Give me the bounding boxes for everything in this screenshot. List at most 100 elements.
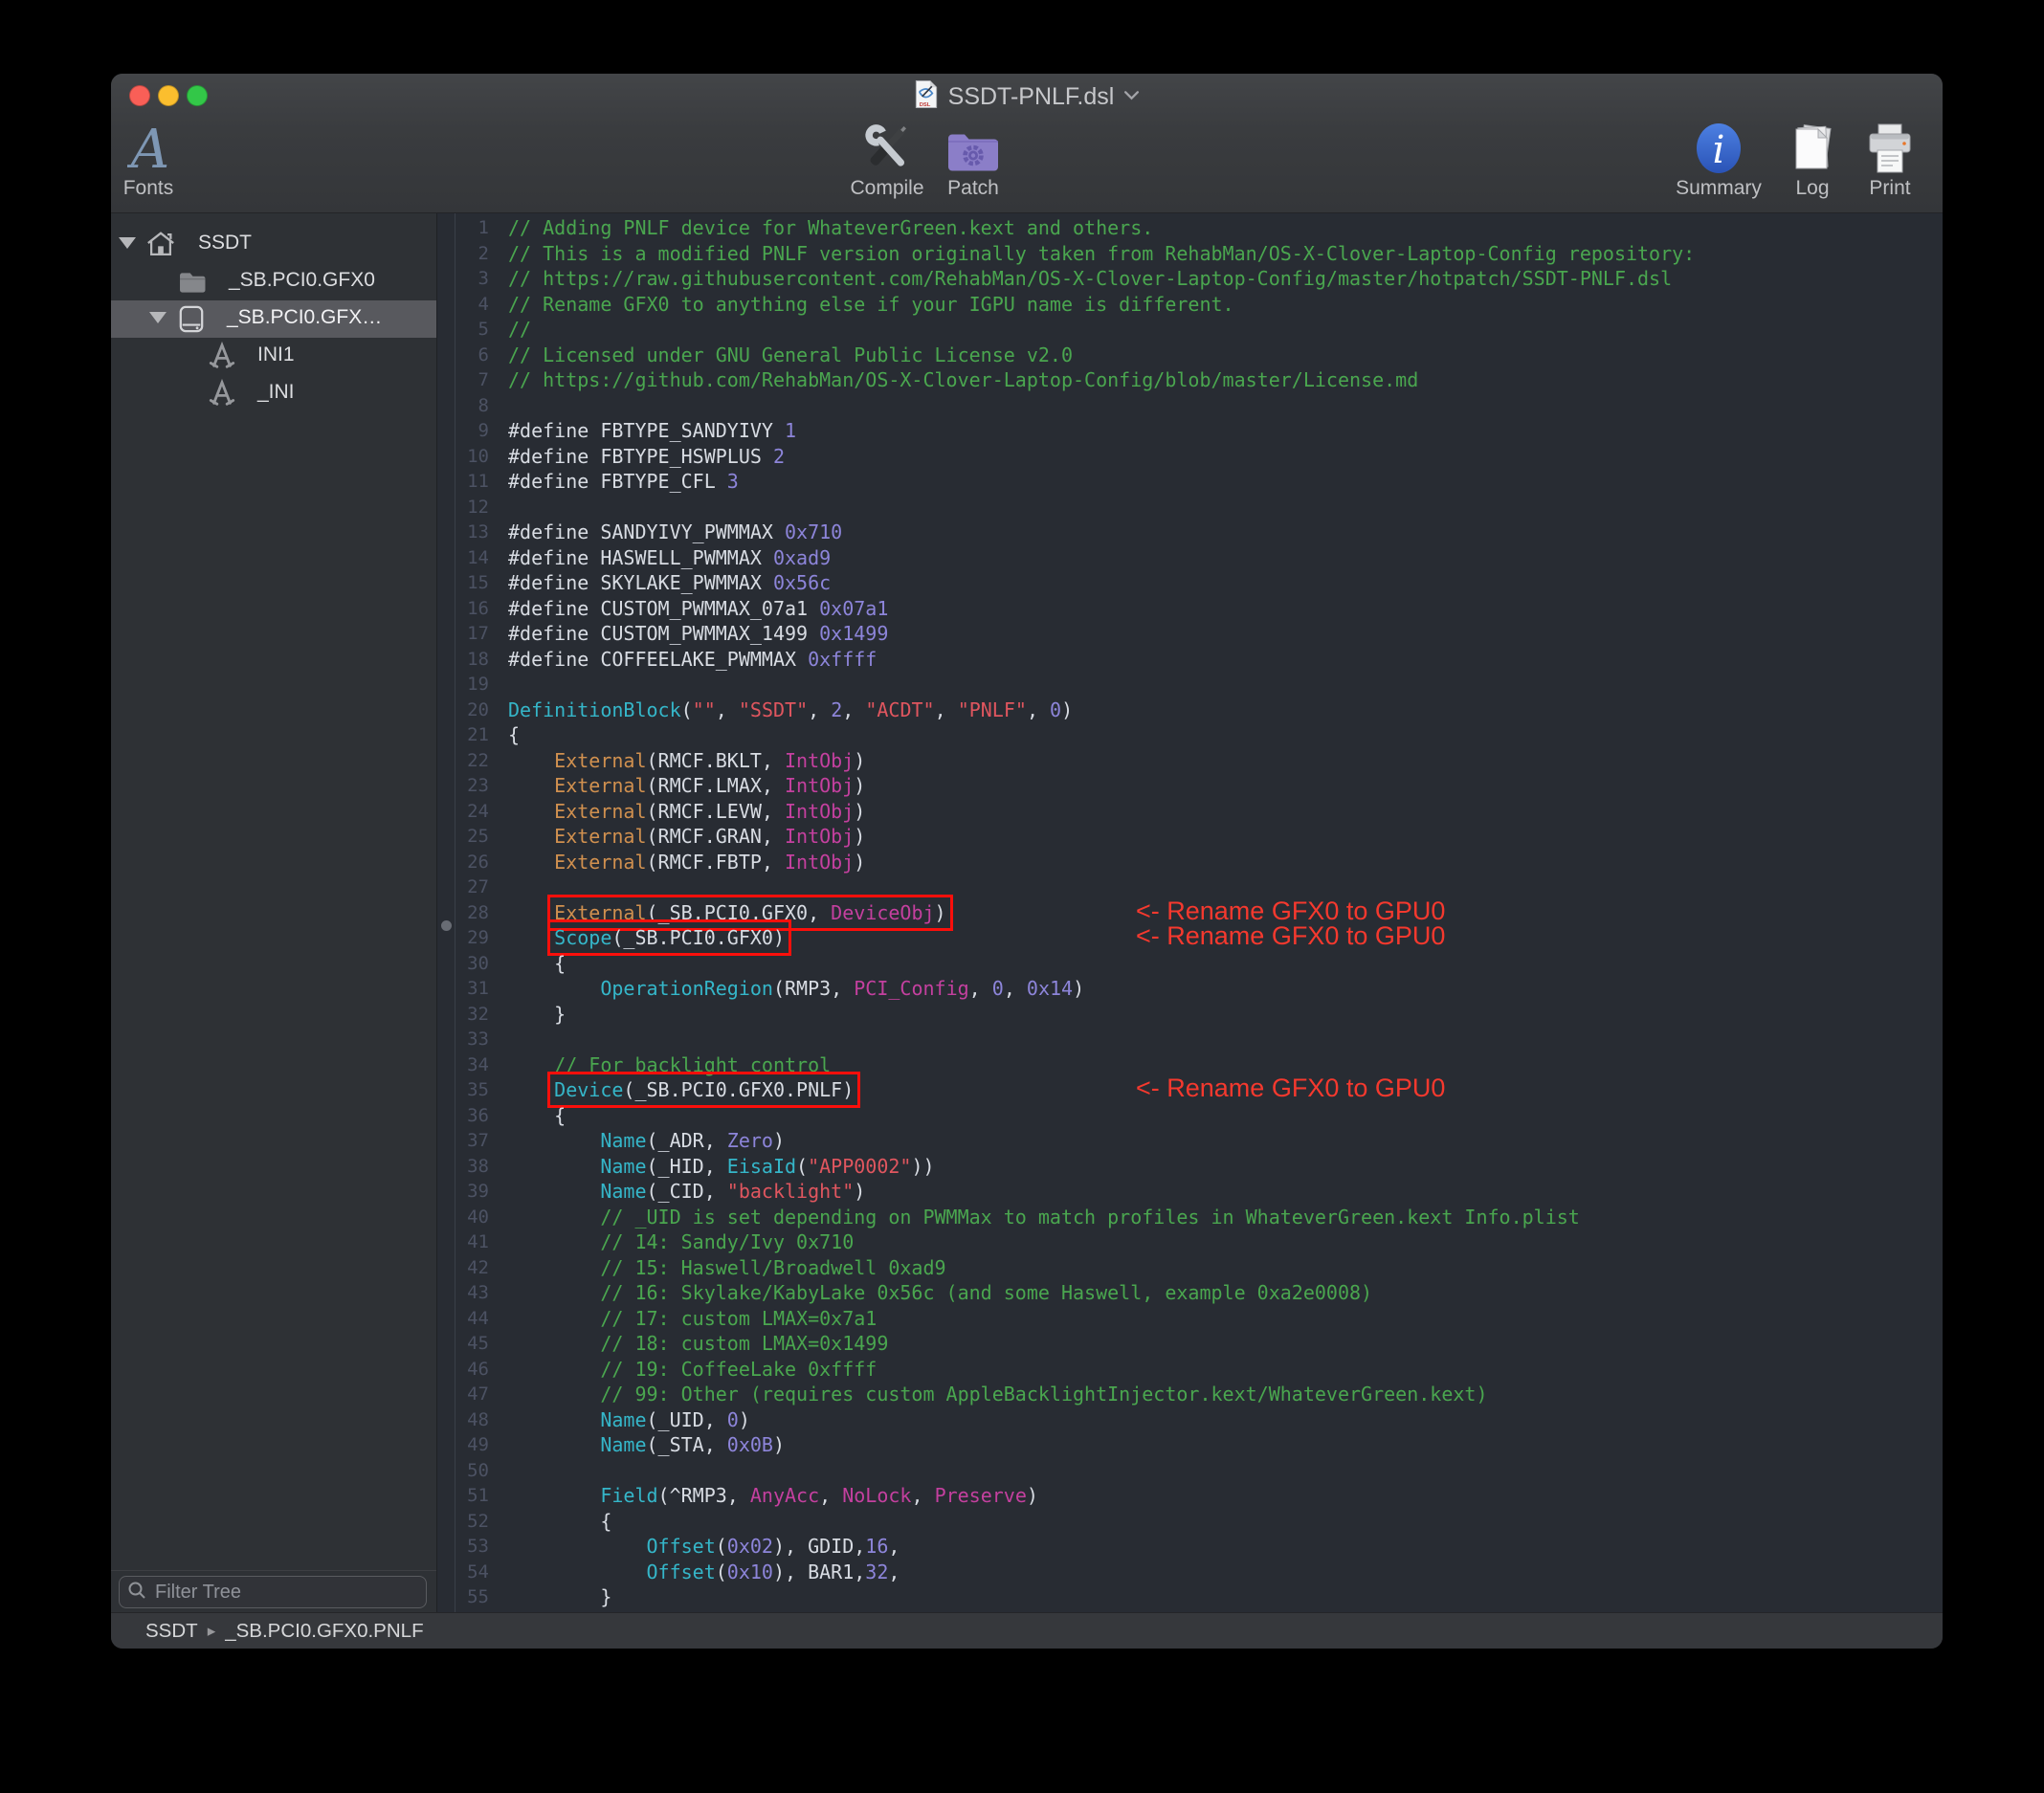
code-line-11[interactable]: 11#define FBTYPE_CFL 3 [437,469,1943,495]
code-line-25[interactable]: 25 External(RMCF.GRAN, IntObj) [437,824,1943,850]
code-line-23[interactable]: 23 External(RMCF.LMAX, IntObj) [437,773,1943,799]
code-line-24[interactable]: 24 External(RMCF.LEVW, IntObj) [437,799,1943,825]
code-line-41[interactable]: 41 // 14: Sandy/Ivy 0x710 [437,1229,1943,1255]
code-line-26[interactable]: 26 External(RMCF.FBTP, IntObj) [437,850,1943,875]
code-line-30[interactable]: 30 { [437,951,1943,977]
code-line-22[interactable]: 22 External(RMCF.BKLT, IntObj) [437,748,1943,774]
code-line-36[interactable]: 36 { [437,1103,1943,1129]
code-line-7[interactable]: 7// https://github.com/RehabMan/OS-X-Clo… [437,367,1943,393]
code-text: { [508,951,566,977]
code-line-8[interactable]: 8 [437,393,1943,419]
code-line-17[interactable]: 17#define CUSTOM_PWMMAX_1499 0x1499 [437,621,1943,647]
code-line-2[interactable]: 2// This is a modified PNLF version orig… [437,241,1943,267]
code-line-46[interactable]: 46 // 19: CoffeeLake 0xffff [437,1357,1943,1383]
chevron-down-icon[interactable] [1123,88,1140,105]
code-text: // 17: custom LMAX=0x7a1 [508,1306,877,1332]
code-line-4[interactable]: 4// Rename GFX0 to anything else if your… [437,292,1943,318]
code-text: Name(_HID, EisaId("APP0002")) [508,1154,935,1180]
filter-row [111,1570,436,1613]
code-text: // [508,317,531,343]
code-line-12[interactable]: 12 [437,495,1943,520]
patch-button[interactable]: Patch [911,120,1035,200]
device-icon [178,304,205,339]
code-line-13[interactable]: 13#define SANDYIVY_PWMMAX 0x710 [437,520,1943,545]
code-line-19[interactable]: 19 [437,672,1943,697]
code-line-43[interactable]: 43 // 16: Skylake/KabyLake 0x56c (and so… [437,1280,1943,1306]
code-line-40[interactable]: 40 // _UID is set depending on PWMMax to… [437,1205,1943,1230]
breadcrumb-path: _SB.PCI0.GFX0.PNLF [225,1620,423,1643]
filter-tree-field[interactable] [119,1576,427,1608]
code-line-6[interactable]: 6// Licensed under GNU General Public Li… [437,343,1943,368]
line-number: 42 [437,1255,489,1281]
home-icon [145,230,176,263]
navigator-sidebar: SSDT _SB.PCI0.GFX0 [111,213,436,1570]
code-text: #define HASWELL_PWMMAX 0xad9 [508,545,831,571]
sidebar-item-ini[interactable]: _INI [111,375,436,412]
code-line-21[interactable]: 21{ [437,722,1943,748]
patch-icon [911,120,1035,175]
line-number: 44 [437,1306,489,1332]
line-number: 37 [437,1128,489,1154]
code-line-53[interactable]: 53 Offset(0x02), GDID,16, [437,1534,1943,1560]
code-text: OperationRegion(RMP3, PCI_Config, 0, 0x1… [508,976,1084,1002]
code-line-48[interactable]: 48 Name(_UID, 0) [437,1407,1943,1433]
code-line-52[interactable]: 52 { [437,1509,1943,1535]
code-line-51[interactable]: 51 Field(^RMP3, AnyAcc, NoLock, Preserve… [437,1483,1943,1509]
titlebar[interactable]: DSL SSDT-PNLF.dsl [111,74,1943,117]
line-number: 16 [437,596,489,622]
line-number: 7 [437,367,489,393]
code-line-14[interactable]: 14#define HASWELL_PWMMAX 0xad9 [437,545,1943,571]
code-line-47[interactable]: 47 // 99: Other (requires custom AppleBa… [437,1382,1943,1407]
code-text: // https://raw.githubusercontent.com/Reh… [508,266,1672,292]
sidebar-item-ssdt[interactable]: SSDT [111,226,436,263]
code-line-55[interactable]: 55 } [437,1584,1943,1610]
code-line-31[interactable]: 31 OperationRegion(RMP3, PCI_Config, 0, … [437,976,1943,1002]
code-text: Offset(0x02), GDID,16, [508,1534,900,1560]
line-number: 47 [437,1382,489,1407]
line-number: 27 [437,874,489,900]
code-line-32[interactable]: 32 } [437,1002,1943,1028]
line-number: 10 [437,444,489,470]
line-number: 34 [437,1052,489,1078]
code-line-54[interactable]: 54 Offset(0x10), BAR1,32, [437,1560,1943,1585]
code-line-45[interactable]: 45 // 18: custom LMAX=0x1499 [437,1331,1943,1357]
code-line-9[interactable]: 9#define FBTYPE_SANDYIVY 1 [437,418,1943,444]
code-line-42[interactable]: 42 // 15: Haswell/Broadwell 0xad9 [437,1255,1943,1281]
title-group[interactable]: DSL SSDT-PNLF.dsl [111,79,1943,114]
code-line-29[interactable]: 29 Scope(_SB.PCI0.GFX0)<- Rename GFX0 to… [437,925,1943,951]
code-line-1[interactable]: 1// Adding PNLF device for WhateverGreen… [437,215,1943,241]
sidebar-item-gfx0-scope[interactable]: _SB.PCI0.GFX0 [111,263,436,300]
disclosure-triangle-icon[interactable] [119,237,136,249]
line-number: 38 [437,1154,489,1180]
code-text: // Licensed under GNU General Public Lic… [508,343,1073,368]
code-line-35[interactable]: 35 Device(_SB.PCI0.GFX0.PNLF)<- Rename G… [437,1077,1943,1103]
code-line-20[interactable]: 20DefinitionBlock("", "SSDT", 2, "ACDT",… [437,697,1943,723]
line-number: 41 [437,1229,489,1255]
line-number: 39 [437,1179,489,1205]
sidebar-item-gfx0-device[interactable]: _SB.PCI0.GFX… [111,300,436,338]
filter-tree-input[interactable] [153,1581,418,1605]
code-line-10[interactable]: 10#define FBTYPE_HSWPLUS 2 [437,444,1943,470]
disclosure-triangle-icon[interactable] [149,312,167,323]
code-line-38[interactable]: 38 Name(_HID, EisaId("APP0002")) [437,1154,1943,1180]
code-editor[interactable]: 1// Adding PNLF device for WhateverGreen… [436,213,1943,1612]
code-line-5[interactable]: 5// [437,317,1943,343]
line-number: 54 [437,1560,489,1585]
print-button[interactable]: Print [1828,120,1943,200]
code-line-37[interactable]: 37 Name(_ADR, Zero) [437,1128,1943,1154]
code-line-44[interactable]: 44 // 17: custom LMAX=0x7a1 [437,1306,1943,1332]
fonts-button[interactable]: A Fonts [111,120,211,200]
line-number: 48 [437,1407,489,1433]
sidebar-item-ini1[interactable]: INI1 [111,338,436,375]
code-line-49[interactable]: 49 Name(_STA, 0x0B) [437,1432,1943,1458]
code-line-50[interactable]: 50 [437,1458,1943,1484]
code-line-39[interactable]: 39 Name(_CID, "backlight") [437,1179,1943,1205]
code-line-33[interactable]: 33 [437,1027,1943,1052]
code-line-18[interactable]: 18#define COFFEELAKE_PWMMAX 0xffff [437,647,1943,673]
line-number: 22 [437,748,489,774]
line-number: 28 [437,900,489,926]
code-line-3[interactable]: 3// https://raw.githubusercontent.com/Re… [437,266,1943,292]
line-number: 8 [437,393,489,419]
code-line-15[interactable]: 15#define SKYLAKE_PWMMAX 0x56c [437,570,1943,596]
code-line-16[interactable]: 16#define CUSTOM_PWMMAX_07a1 0x07a1 [437,596,1943,622]
